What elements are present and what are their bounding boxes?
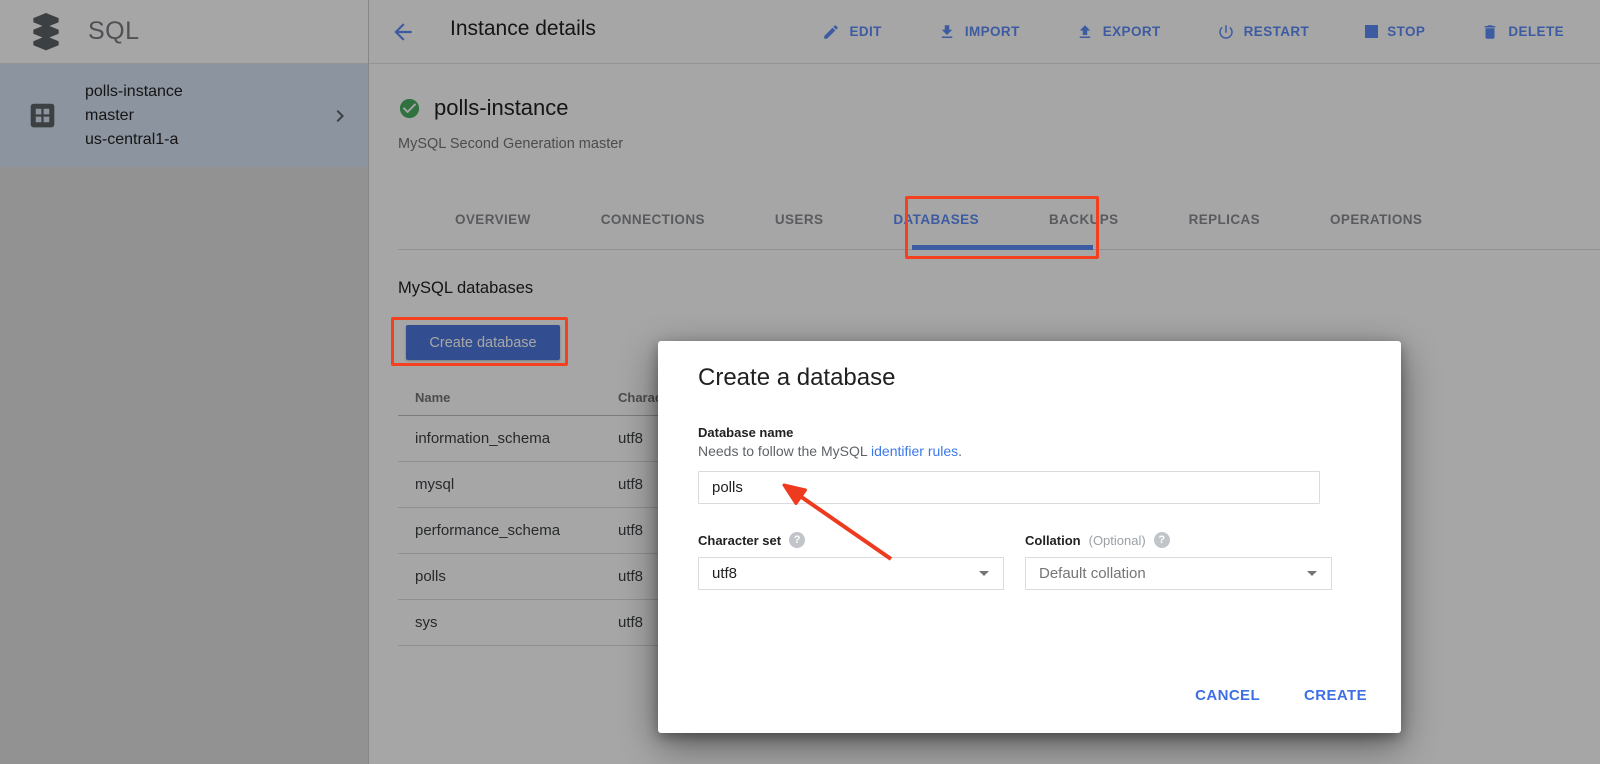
database-name-hint: Needs to follow the MySQL identifier rul… (698, 443, 962, 459)
database-name-label: Database name (698, 425, 793, 440)
collation-dropdown[interactable]: Default collation (1025, 557, 1332, 590)
collation-label-row: Collation (Optional) ? (1025, 532, 1170, 548)
collation-value: Default collation (1026, 565, 1307, 582)
identifier-rules-link[interactable]: identifier rules (871, 443, 958, 459)
dialog-actions: CANCEL CREATE (1191, 685, 1371, 706)
hint-period: . (958, 443, 962, 459)
character-set-value: utf8 (699, 565, 979, 582)
database-name-input[interactable] (698, 471, 1320, 504)
dialog-create-button[interactable]: CREATE (1300, 685, 1371, 706)
hint-text: Needs to follow the MySQL (698, 443, 871, 459)
dialog-title: Create a database (698, 364, 895, 392)
cloud-sql-console: SQL Instance details EDIT IMPORT EXPORT … (0, 0, 1600, 764)
optional-note: (Optional) (1089, 533, 1146, 548)
character-set-label-row: Character set ? (698, 532, 805, 548)
character-set-dropdown[interactable]: utf8 (698, 557, 1004, 590)
chevron-down-icon (1307, 571, 1317, 576)
chevron-down-icon (979, 571, 989, 576)
collation-label: Collation (1025, 533, 1081, 548)
help-icon[interactable]: ? (789, 532, 805, 548)
annotation-box-databases-tab (905, 196, 1099, 259)
cancel-button[interactable]: CANCEL (1191, 685, 1264, 706)
character-set-label: Character set (698, 533, 781, 548)
create-database-dialog: Create a database Database name Needs to… (658, 341, 1401, 733)
help-icon[interactable]: ? (1154, 532, 1170, 548)
annotation-box-create-button (391, 317, 568, 366)
